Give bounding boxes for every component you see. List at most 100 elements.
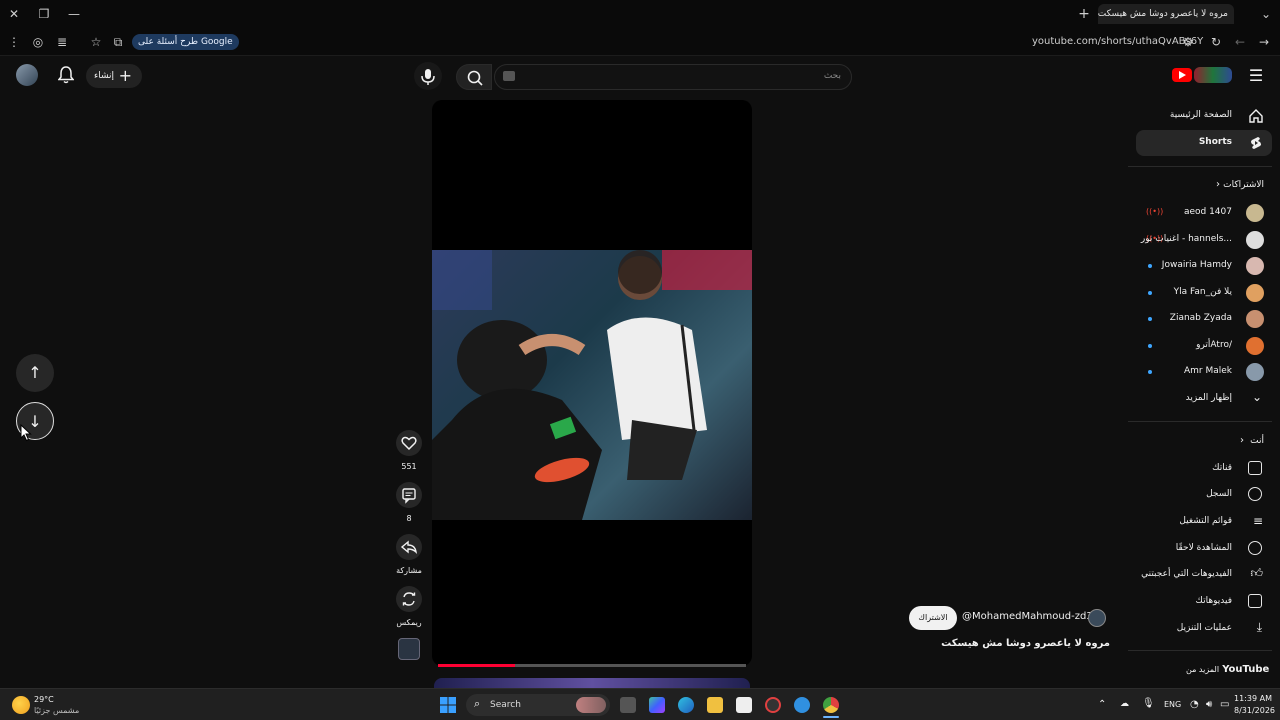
browser-toolbar: ⋮ ◎ ≣ ☆ ⧉ طرح أسئلة على Google youtube.c… — [0, 28, 1280, 56]
weather-sun-icon[interactable] — [12, 696, 30, 714]
voice-search-button[interactable] — [414, 62, 442, 90]
site-settings-icon[interactable]: ⚙ — [1178, 32, 1198, 52]
sidebar-item-subscription[interactable]: Jowairia Hamdy — [1140, 254, 1272, 278]
bell-icon[interactable] — [56, 66, 76, 88]
back-icon[interactable]: → — [1254, 32, 1274, 52]
new-content-dot — [1148, 291, 1152, 295]
video-progress-bar[interactable] — [438, 664, 746, 667]
sidebar-item-subscription[interactable]: ((•)) aeod 1407 — [1140, 201, 1272, 225]
sound-thumbnail[interactable] — [398, 638, 420, 660]
sidebar-item-subscription[interactable]: ((•)) اغنيات نور - hannels... — [1140, 228, 1272, 252]
search-highlight-image — [576, 697, 606, 713]
sidebar-item-playlists[interactable]: قوائم التشغيل ≡ — [1136, 510, 1272, 534]
clock-time[interactable]: 11:39 AM — [1234, 694, 1272, 703]
mouse-cursor-icon — [20, 424, 32, 442]
comments-button[interactable] — [396, 482, 422, 508]
chevron-up-icon[interactable]: ⌃ — [1098, 699, 1106, 710]
close-window-icon[interactable]: ✕ — [4, 4, 24, 24]
next-short-preview — [434, 678, 750, 688]
task-view-icon[interactable] — [620, 697, 636, 713]
show-more-label: إظهار المزيد — [1185, 393, 1232, 403]
browser-tab-active[interactable]: مروه لا ياعصرو دوشا مش هيسكت — [1098, 4, 1234, 24]
sidebar-item-subscription[interactable]: Zianab Zyada — [1140, 307, 1272, 331]
keyboard-icon[interactable] — [503, 71, 515, 81]
account-avatar[interactable] — [16, 64, 38, 86]
channel-handle[interactable]: @MohamedMahmoud-zd3iq — [962, 611, 1102, 622]
clock-date[interactable]: 8/31/2026 — [1234, 706, 1275, 715]
sidebar-item-history[interactable]: السجل — [1136, 483, 1272, 507]
bookmark-star-icon[interactable]: ☆ — [86, 32, 106, 52]
translate-icon[interactable]: ≣ — [52, 32, 72, 52]
onedrive-icon[interactable]: ☁ — [1120, 699, 1129, 709]
sidebar-item-your-channel[interactable]: قناتك — [1136, 457, 1272, 481]
sidebar-item-liked-videos[interactable]: الفيديوهات التي أعجبتني 👍︎ — [1136, 563, 1272, 587]
volume-icon[interactable]: 🔊︎ — [1206, 699, 1212, 710]
sidebar-item-home[interactable]: الصفحة الرئيسية — [1136, 104, 1272, 128]
start-windows-icon[interactable] — [440, 697, 456, 713]
video-frame — [432, 250, 752, 520]
forward-icon[interactable]: ← — [1230, 32, 1250, 52]
install-app-icon[interactable]: ⧉ — [108, 32, 128, 52]
sidebar-item-your-videos[interactable]: فيديوهاتك — [1136, 590, 1272, 614]
subscribe-label: الاشتراك — [918, 613, 948, 622]
create-button[interactable]: إنشاء + — [86, 64, 142, 88]
search-input[interactable]: بحث — [494, 64, 852, 90]
subscription-label: Yla Fan_يلا فن — [1173, 287, 1232, 297]
taskbar-search-box[interactable]: ⌕ Search — [466, 694, 610, 716]
plus-icon: + — [118, 66, 132, 85]
subscription-label: أتروAtro/ — [1196, 340, 1232, 350]
tab-search-icon[interactable]: ⌄ — [1256, 4, 1276, 24]
subscriptions-header-label: الاشتراكات — [1223, 180, 1264, 190]
active-app-indicator — [823, 716, 839, 718]
sidebar-item-watch-later[interactable]: المشاهدة لاحقًا — [1136, 537, 1272, 561]
sidebar-item-shorts[interactable]: Shorts — [1136, 130, 1272, 156]
minimize-window-icon[interactable]: — — [64, 4, 84, 24]
youtube-logo-icon[interactable] — [1172, 68, 1192, 82]
remix-button[interactable] — [396, 586, 422, 612]
app-blue-icon[interactable] — [794, 697, 810, 713]
sidebar-item-subscription[interactable]: Amr Malek — [1140, 360, 1272, 384]
channel-avatar — [1246, 310, 1264, 328]
edge-icon[interactable] — [678, 697, 694, 713]
search-button[interactable] — [456, 64, 492, 90]
wifi-icon[interactable]: ◔ — [1190, 699, 1199, 710]
language-indicator[interactable]: ENG — [1164, 700, 1181, 709]
subscription-label: Zianab Zyada — [1169, 313, 1232, 323]
channel-avatar[interactable] — [1088, 609, 1106, 627]
microsoft-store-icon[interactable] — [736, 697, 752, 713]
chrome-icon[interactable] — [823, 697, 839, 713]
youtube-doodle-logo[interactable] — [1194, 67, 1232, 83]
previous-short-button[interactable]: ↑ — [16, 354, 54, 392]
sidebar-you-header[interactable]: أنت › — [1136, 430, 1272, 454]
battery-icon[interactable]: ▭ — [1220, 699, 1229, 710]
app-icon[interactable] — [765, 697, 781, 713]
video-progress-fill — [438, 664, 515, 667]
new-tab-button[interactable]: + — [1074, 4, 1094, 24]
heart-icon — [401, 436, 417, 451]
like-button[interactable] — [396, 430, 422, 456]
create-label: إنشاء — [94, 71, 115, 81]
lens-icon[interactable]: ◎ — [28, 32, 48, 52]
sidebar-item-subscription[interactable]: أتروAtro/ — [1140, 334, 1272, 358]
file-explorer-icon[interactable] — [707, 697, 723, 713]
new-content-dot — [1148, 317, 1152, 321]
share-button[interactable] — [396, 534, 422, 560]
restore-window-icon[interactable]: ❐ — [34, 4, 54, 24]
copilot-icon[interactable] — [649, 697, 665, 713]
reload-icon[interactable]: ↻ — [1206, 32, 1226, 52]
sidebar-subscriptions-header[interactable]: الاشتراكات › — [1136, 174, 1272, 198]
sidebar-item-subscription[interactable]: Yla Fan_يلا فن — [1140, 281, 1272, 305]
taskbar-search-label: Search — [490, 700, 521, 710]
shorts-video-player[interactable] — [432, 100, 752, 666]
sidebar-item-label: عمليات التنزيل — [1176, 623, 1232, 633]
weather-desc: مشمس جزئيًا — [34, 706, 80, 715]
sidebar-item-downloads[interactable]: عمليات التنزيل ⤓ — [1136, 617, 1272, 641]
ask-google-chip[interactable]: طرح أسئلة على Google — [132, 34, 239, 50]
sidebar-show-more[interactable]: إظهار المزيد ⌄ — [1140, 387, 1272, 411]
browser-menu-icon[interactable]: ⋮ — [4, 32, 24, 52]
chevron-right-icon: › — [1216, 179, 1220, 190]
sidebar-item-label: قوائم التشغيل — [1179, 516, 1232, 526]
menu-icon[interactable]: ☰ — [1246, 66, 1266, 85]
mic-icon[interactable]: 🎙︎ — [1142, 698, 1155, 709]
subscribe-button[interactable]: الاشتراك — [909, 606, 957, 630]
